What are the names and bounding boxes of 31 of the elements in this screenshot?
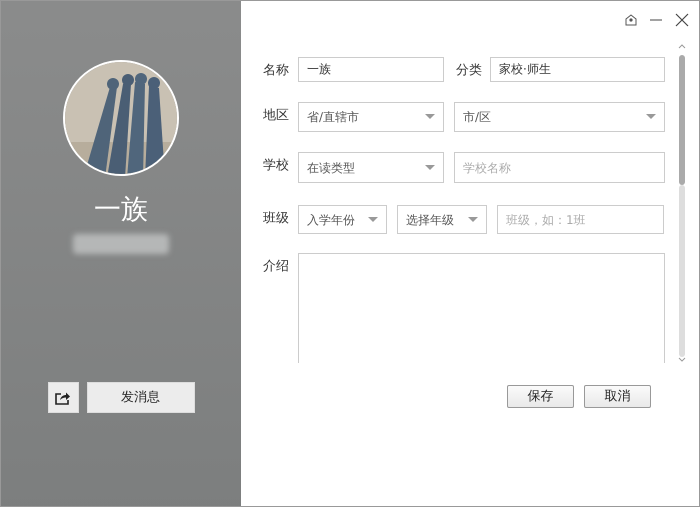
close-button[interactable] (675, 13, 689, 27)
text-field[interactable]: 一族 (298, 57, 444, 82)
close-icon (675, 13, 689, 27)
share-icon (55, 390, 71, 404)
dropdown-arrow-icon (425, 114, 435, 120)
dropdown-arrow-icon (425, 164, 435, 170)
dropdown[interactable]: 在读类型 (298, 152, 444, 183)
dropdown[interactable]: 市/区 (454, 102, 665, 132)
field-label: 地区 (263, 107, 290, 125)
scroll-up-icon[interactable] (678, 43, 686, 49)
text-field[interactable]: 家校·师生 (490, 57, 665, 82)
field-label: 班级 (263, 210, 290, 228)
text-field[interactable]: 班级，如：1班 (497, 205, 664, 234)
field-label: 学校 (263, 157, 290, 175)
dropdown-arrow-icon (468, 216, 478, 222)
scroll-down-icon[interactable] (678, 357, 686, 363)
cancel-button[interactable]: 取消 (584, 385, 651, 408)
dropdown[interactable]: 选择年级 (397, 205, 487, 234)
send-message-button[interactable]: 发消息 (86, 382, 194, 413)
dropdown-arrow-icon (646, 114, 656, 120)
field-label: 介绍 (263, 258, 290, 276)
dropdown[interactable]: 入学年份 (298, 205, 387, 234)
profile-name: 一族 (94, 194, 148, 226)
field-label: 名称 (263, 62, 290, 80)
scrollbar[interactable] (677, 43, 687, 363)
dropdown-arrow-icon (368, 216, 378, 222)
save-button[interactable]: 保存 (507, 385, 574, 408)
dropdown[interactable]: 省/直辖市 (298, 102, 444, 132)
text-field[interactable]: 学校名称 (454, 152, 665, 183)
share-button[interactable] (48, 382, 78, 413)
field-label: 分类 (455, 62, 483, 80)
